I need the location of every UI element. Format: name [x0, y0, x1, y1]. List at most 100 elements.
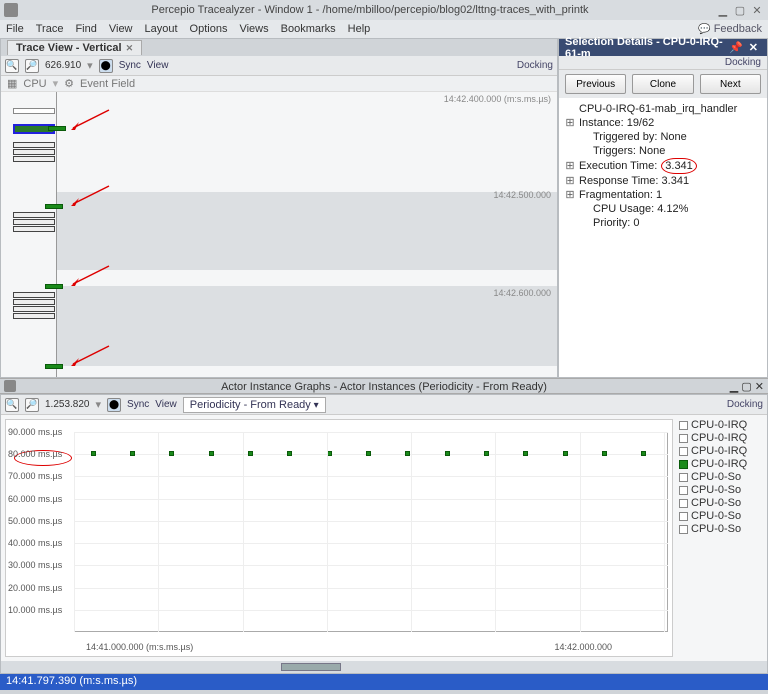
selection-tree[interactable]: CPU-0-IRQ-61-mab_irq_handler ⊞Instance: …	[559, 98, 767, 377]
data-point[interactable]	[248, 451, 253, 456]
y-tick-label: 90.000 ms.µs	[8, 427, 62, 437]
tree-row[interactable]: ⊞Instance: 19/62	[565, 116, 761, 130]
data-point[interactable]	[130, 451, 135, 456]
menu-options[interactable]: Options	[190, 23, 228, 35]
docking-label[interactable]: Docking	[559, 56, 767, 70]
minimize-icon[interactable]: ▁	[716, 4, 730, 17]
tree-row[interactable]: Priority: 0	[565, 216, 761, 230]
expand-icon[interactable]: ⊞	[565, 174, 575, 188]
data-point[interactable]	[602, 451, 607, 456]
menu-view[interactable]: View	[109, 23, 133, 35]
data-point[interactable]	[287, 451, 292, 456]
sync-label[interactable]: Sync	[127, 399, 149, 410]
maximize-icon[interactable]: ▢	[741, 381, 751, 393]
feedback-link[interactable]: 💬 Feedback	[698, 23, 762, 35]
docking-label[interactable]: Docking	[727, 399, 763, 410]
tree-row[interactable]: ⊞Fragmentation: 1	[565, 188, 761, 202]
legend-item[interactable]: CPU-0-IRQ	[679, 458, 765, 471]
tree-row[interactable]: Triggers: None	[565, 144, 761, 158]
tree-row[interactable]: Triggered by: None	[565, 130, 761, 144]
legend-checkbox[interactable]	[679, 499, 688, 508]
sync-label[interactable]: Sync	[119, 60, 141, 71]
zoom-in-icon[interactable]: 🔍	[5, 59, 19, 73]
tree-row[interactable]: CPU-0-IRQ-61-mab_irq_handler	[565, 102, 761, 116]
sync-toggle[interactable]: ⬤	[99, 59, 113, 73]
zoom-out-icon[interactable]: 🔎	[25, 398, 39, 412]
legend-item[interactable]: CPU-0-So	[679, 510, 765, 523]
maximize-icon[interactable]: ▢	[733, 4, 747, 17]
expand-icon[interactable]: ⊞	[565, 116, 575, 130]
menu-views[interactable]: Views	[239, 23, 268, 35]
menu-find[interactable]: Find	[75, 23, 96, 35]
close-icon[interactable]: ✕	[755, 381, 764, 393]
selection-panel: Selection Details - CPU-0-IRQ-61-m 📌 ✕ D…	[558, 38, 768, 378]
trace-view-panel: Trace View - Vertical ✕ 🔍 🔎 626.910 ▾ ⬤ …	[0, 38, 558, 378]
legend-checkbox[interactable]	[679, 512, 688, 521]
legend-item[interactable]: CPU-0-IRQ	[679, 445, 765, 458]
expand-icon[interactable]: ⊞	[565, 188, 575, 202]
data-point[interactable]	[563, 451, 568, 456]
trace-event[interactable]	[45, 204, 63, 209]
tree-row[interactable]: CPU Usage: 4.12%	[565, 202, 761, 216]
legend-checkbox[interactable]	[679, 460, 688, 469]
view-menu[interactable]: View	[155, 399, 177, 410]
menu-help[interactable]: Help	[348, 23, 371, 35]
legend-checkbox[interactable]	[679, 434, 688, 443]
menu-layout[interactable]: Layout	[145, 23, 178, 35]
event-field-label: Event Field	[80, 78, 135, 90]
annotation-arrow	[71, 108, 111, 132]
data-point[interactable]	[366, 451, 371, 456]
periodicity-dropdown[interactable]: Periodicity - From Ready ▾	[183, 397, 326, 413]
menu-bookmarks[interactable]: Bookmarks	[281, 23, 336, 35]
legend-item[interactable]: CPU-0-So	[679, 484, 765, 497]
legend-item[interactable]: CPU-0-So	[679, 497, 765, 510]
trace-event[interactable]	[45, 284, 63, 289]
scrollbar[interactable]	[1, 661, 767, 673]
chart-area[interactable]: 14:41.000.000 (m:s.ms.µs) 14:42.000.000 …	[5, 419, 673, 657]
expand-icon[interactable]: ⊞	[565, 159, 575, 173]
legend-item[interactable]: CPU-0-IRQ	[679, 419, 765, 432]
scroll-thumb[interactable]	[281, 663, 341, 671]
view-menu[interactable]: View	[147, 60, 169, 71]
tree-row[interactable]: ⊞Execution Time: 3.341	[565, 158, 761, 174]
trace-view-tablabel[interactable]: Trace View - Vertical ✕	[7, 40, 142, 55]
data-point[interactable]	[169, 451, 174, 456]
gear-icon[interactable]: ⚙	[64, 77, 74, 90]
data-point[interactable]	[445, 451, 450, 456]
data-point[interactable]	[405, 451, 410, 456]
zoom-out-icon[interactable]: 🔎	[25, 59, 39, 73]
sync-toggle[interactable]: ⬤	[107, 398, 121, 412]
pin-icon[interactable]: 📌	[726, 41, 746, 54]
data-point[interactable]	[91, 451, 96, 456]
timestamp: 14:42.400.000 (m:s.ms.µs)	[444, 94, 551, 104]
data-point[interactable]	[523, 451, 528, 456]
legend-checkbox[interactable]	[679, 447, 688, 456]
close-tab-icon[interactable]: ✕	[126, 43, 134, 54]
trace-event[interactable]	[48, 126, 66, 131]
close-icon[interactable]: ✕	[746, 41, 761, 54]
menu-file[interactable]: File	[6, 23, 24, 35]
previous-button[interactable]: Previous	[565, 74, 626, 94]
legend-item[interactable]: CPU-0-So	[679, 471, 765, 484]
docking-label[interactable]: Docking	[517, 60, 553, 71]
status-text: 14:41.797.390 (m:s.ms.µs)	[6, 675, 137, 687]
legend-checkbox[interactable]	[679, 473, 688, 482]
legend-item[interactable]: CPU-0-IRQ	[679, 432, 765, 445]
data-point[interactable]	[484, 451, 489, 456]
data-point[interactable]	[641, 451, 646, 456]
data-point[interactable]	[209, 451, 214, 456]
close-icon[interactable]: ✕	[750, 4, 764, 17]
legend-checkbox[interactable]	[679, 421, 688, 430]
legend-checkbox[interactable]	[679, 525, 688, 534]
trace-body[interactable]: 14:42.400.000 (m:s.ms.µs) 14:42.500.000 …	[1, 92, 557, 377]
minimize-icon[interactable]: ▁	[730, 381, 738, 393]
menu-trace[interactable]: Trace	[36, 23, 64, 35]
clone-button[interactable]: Clone	[632, 74, 693, 94]
legend-checkbox[interactable]	[679, 486, 688, 495]
legend-item[interactable]: CPU-0-So	[679, 523, 765, 536]
zoom-in-icon[interactable]: 🔍	[5, 398, 19, 412]
trace-event[interactable]	[45, 364, 63, 369]
tree-row[interactable]: ⊞Response Time: 3.341	[565, 174, 761, 188]
y-tick-label: 50.000 ms.µs	[8, 516, 62, 526]
next-button[interactable]: Next	[700, 74, 761, 94]
